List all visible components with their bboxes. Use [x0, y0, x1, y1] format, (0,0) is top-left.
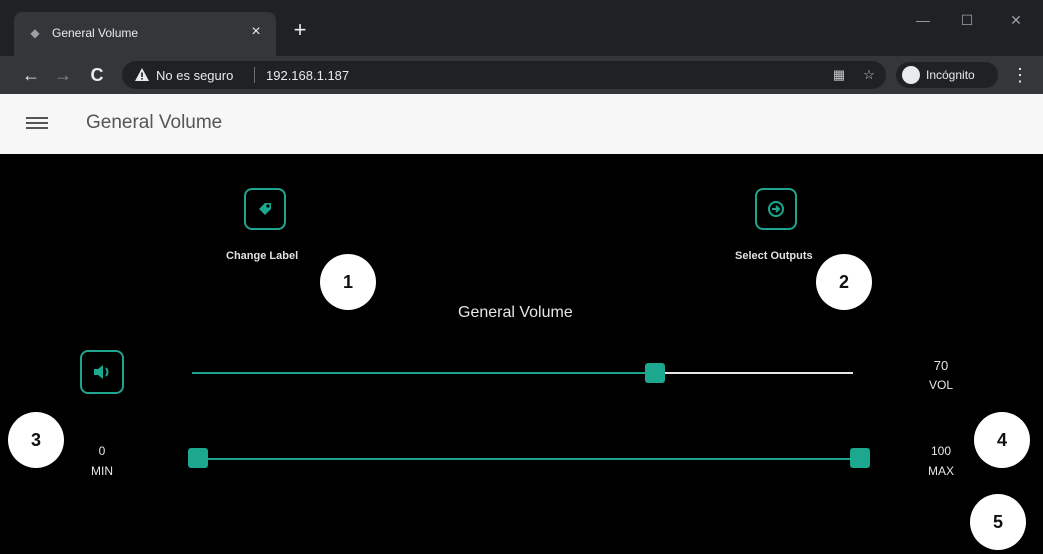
- range-max-label: MAX: [927, 464, 954, 478]
- browser-toolbar: ← → C No es seguro 192.168.1.187 ▦ ☆ Inc…: [0, 56, 1043, 94]
- mute-button[interactable]: [80, 350, 124, 394]
- range-max-thumb[interactable]: [850, 448, 870, 468]
- tag-icon: [259, 203, 271, 215]
- forward-button[interactable]: →: [50, 62, 76, 88]
- incognito-badge[interactable]: Incógnito: [896, 62, 998, 88]
- range-min-label: MIN: [91, 464, 113, 478]
- translate-icon[interactable]: ▦: [830, 66, 848, 84]
- range-min-value: 0: [98, 444, 106, 458]
- divider: [254, 67, 255, 83]
- maximize-button[interactable]: ☐: [947, 10, 987, 30]
- range-slider-track: [198, 458, 862, 460]
- hamburger-menu-icon[interactable]: [26, 114, 48, 132]
- volume-slider-fill: [192, 372, 655, 374]
- callout-4: 4: [974, 412, 1030, 468]
- callout-3: 3: [8, 412, 64, 468]
- page-title: General Volume: [86, 112, 223, 133]
- address-bar[interactable]: No es seguro 192.168.1.187 ▦ ☆: [122, 61, 886, 89]
- callout-1: 1: [320, 254, 376, 310]
- browser-tabstrip: ◆ General Volume × + — ☐ ✕: [0, 0, 1043, 56]
- callout-5: 5: [970, 494, 1026, 550]
- range-min-thumb[interactable]: [188, 448, 208, 468]
- select-outputs-caption: Select Outputs: [735, 250, 813, 262]
- change-label-button[interactable]: [244, 188, 286, 230]
- browser-tab[interactable]: ◆ General Volume ×: [14, 12, 276, 56]
- range-max-value: 100: [930, 444, 952, 458]
- volume-unit-label: VOL: [928, 378, 953, 392]
- tab-close-button[interactable]: ×: [246, 22, 266, 42]
- select-outputs-button[interactable]: [755, 188, 797, 230]
- incognito-icon: [902, 66, 920, 84]
- speaker-icon: [94, 365, 109, 379]
- volume-value: 70: [933, 358, 949, 373]
- change-label-caption: Change Label: [226, 250, 299, 262]
- bookmark-star-icon[interactable]: ☆: [860, 66, 878, 84]
- warning-icon: [135, 68, 149, 81]
- tab-title: General Volume: [52, 26, 139, 40]
- volume-slider-thumb[interactable]: [644, 363, 665, 383]
- callout-2: 2: [816, 254, 872, 310]
- back-button[interactable]: ←: [18, 62, 44, 88]
- volume-slider-track: [654, 372, 853, 374]
- security-status[interactable]: No es seguro: [156, 68, 233, 83]
- browser-menu-button[interactable]: ⋮: [1010, 62, 1030, 88]
- login-icon: [768, 201, 784, 217]
- incognito-label: Incógnito: [926, 68, 975, 82]
- main-content: Change Label Select Outputs General Volu…: [0, 154, 1043, 554]
- reload-button[interactable]: C: [84, 62, 110, 88]
- app-bar: General Volume: [0, 94, 1043, 154]
- minimize-button[interactable]: —: [903, 10, 943, 30]
- favicon-icon: ◆: [30, 26, 40, 40]
- url-text[interactable]: 192.168.1.187: [266, 68, 349, 83]
- new-tab-button[interactable]: +: [288, 18, 312, 42]
- close-window-button[interactable]: ✕: [996, 10, 1036, 30]
- section-title: General Volume: [458, 304, 573, 321]
